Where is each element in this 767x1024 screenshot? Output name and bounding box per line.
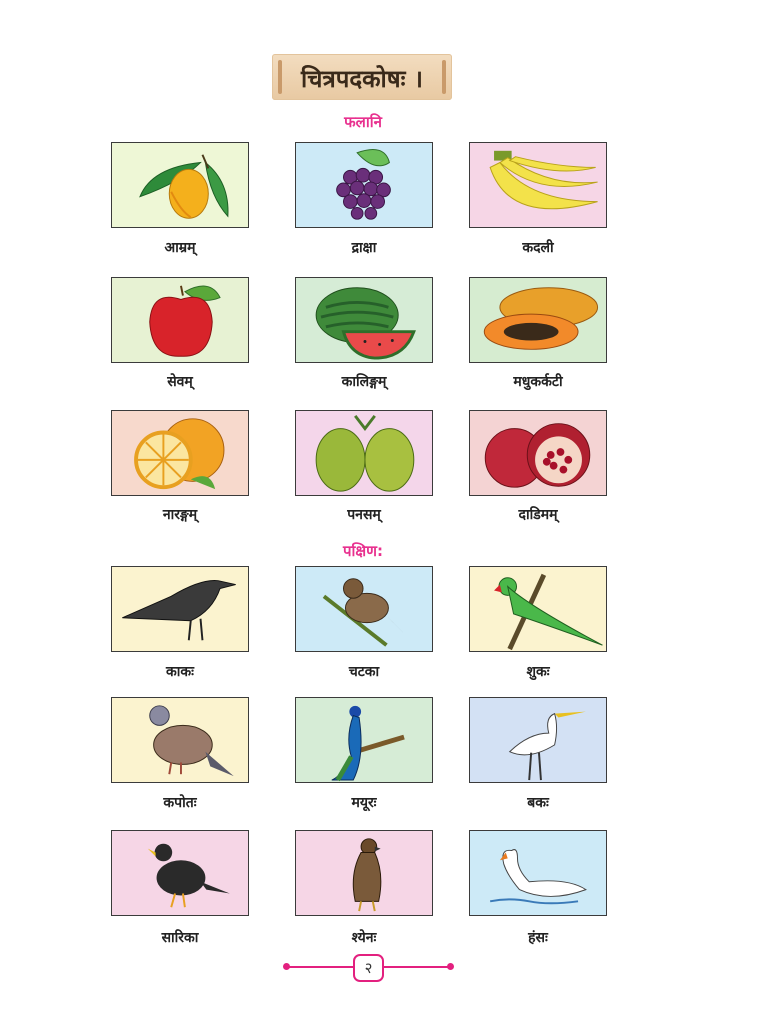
sparrow-icon xyxy=(322,578,414,647)
papaya-tile xyxy=(469,277,607,363)
crow-tile xyxy=(111,566,249,652)
page-number: २ xyxy=(353,954,384,982)
fruit-label-watermelon: कालिङ्गम् xyxy=(341,374,387,390)
footer-right-dot xyxy=(447,963,454,970)
parrot-tile xyxy=(469,566,607,652)
jackfruit-tile xyxy=(295,410,433,496)
peacock-icon xyxy=(331,705,405,782)
papaya-icon xyxy=(483,287,599,350)
orange-icon xyxy=(134,418,225,490)
grapes-icon xyxy=(336,149,391,220)
bird-label-swan: हंसः xyxy=(528,930,548,946)
fruit-label-grapes: द्राक्षा xyxy=(351,240,377,256)
bird-label-peacock: मयूरः xyxy=(351,795,377,811)
banana-icon xyxy=(489,150,598,210)
apple-tile xyxy=(111,277,249,363)
title-banner: चित्रपदकोषः । xyxy=(272,54,452,100)
fruit-label-pomegranate: दाडिमम् xyxy=(518,507,558,523)
footer-right-line xyxy=(384,966,450,968)
sparrow-tile xyxy=(295,566,433,652)
peacock-tile xyxy=(295,697,433,783)
myna-tile xyxy=(111,830,249,916)
fruit-label-orange: नारङ्गम् xyxy=(162,507,198,523)
crane-tile xyxy=(469,697,607,783)
mango-icon xyxy=(139,154,229,219)
crane-icon xyxy=(508,711,586,781)
footer-left-line xyxy=(287,966,353,968)
bird-label-pigeon: कपोतः xyxy=(163,795,197,811)
fruits-heading: फलानि xyxy=(344,113,382,131)
bird-label-parrot: शुकः xyxy=(526,664,550,680)
crow-icon xyxy=(122,580,236,641)
bird-label-hawk: श्येनः xyxy=(351,930,377,946)
page-title: चित्रपदकोषः । xyxy=(301,65,423,93)
jackfruit-icon xyxy=(315,414,415,492)
fruit-label-apple: सेवम् xyxy=(167,374,193,390)
swan-icon xyxy=(489,849,587,905)
bird-label-crane: बकः xyxy=(527,795,549,811)
fruit-label-papaya: मधुकर्कटी xyxy=(513,374,563,390)
parrot-icon xyxy=(494,573,603,651)
mango-tile xyxy=(111,142,249,228)
pomegranate-tile xyxy=(469,410,607,496)
apple-icon xyxy=(149,285,221,357)
birds-heading: पक्षिण: xyxy=(342,542,383,560)
watermelon-tile xyxy=(295,277,433,363)
hawk-tile xyxy=(295,830,433,916)
swan-tile xyxy=(469,830,607,916)
fruit-label-banana: कदली xyxy=(522,240,554,256)
pomegranate-icon xyxy=(484,423,591,488)
pigeon-tile xyxy=(111,697,249,783)
bird-label-myna: सारिका xyxy=(161,930,199,946)
orange-tile xyxy=(111,410,249,496)
fruit-label-jackfruit: पनसम् xyxy=(347,507,381,523)
fruit-label-mango: आम्रम् xyxy=(164,240,196,256)
banana-tile xyxy=(469,142,607,228)
pigeon-icon xyxy=(149,705,234,777)
watermelon-icon xyxy=(315,287,416,360)
bird-label-sparrow: चटका xyxy=(348,664,380,680)
bird-label-crow: काकः xyxy=(166,664,194,680)
grapes-tile xyxy=(295,142,433,228)
hawk-icon xyxy=(352,838,382,912)
myna-icon xyxy=(147,843,230,908)
